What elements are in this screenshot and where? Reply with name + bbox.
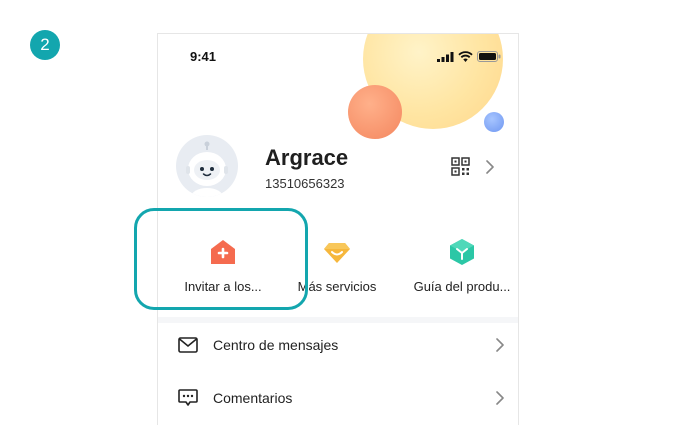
battery-icon xyxy=(477,51,501,62)
shortcut-product-guide-label: Guía del produ... xyxy=(413,279,511,294)
highlight-callout xyxy=(134,208,308,310)
menu-item-label: Comentarios xyxy=(213,390,293,406)
status-time: 9:41 xyxy=(190,49,217,64)
chevron-right-icon xyxy=(496,338,504,352)
avatar[interactable] xyxy=(176,135,238,197)
diamond-icon xyxy=(324,243,350,263)
cube-icon xyxy=(450,239,474,265)
menu-item-label: Centro de mensajes xyxy=(213,337,339,353)
decorative-blue-circle xyxy=(484,112,504,132)
signal-icon xyxy=(437,51,454,62)
menu-item-comments[interactable]: Comentarios xyxy=(158,372,518,424)
chevron-right-icon xyxy=(496,391,504,405)
wifi-icon xyxy=(458,51,473,62)
chevron-right-icon[interactable] xyxy=(486,160,494,174)
decorative-orange-circle xyxy=(348,85,402,139)
chat-icon xyxy=(178,389,198,406)
qr-code-icon[interactable] xyxy=(451,157,470,176)
shortcut-product-guide[interactable]: Guía del produ... xyxy=(402,238,518,300)
robot-avatar-icon xyxy=(186,141,228,197)
user-phone: 13510656323 xyxy=(265,176,345,191)
step-number-badge: 2 xyxy=(30,30,60,60)
menu-item-message-center[interactable]: Centro de mensajes xyxy=(158,319,518,371)
user-name: Argrace xyxy=(265,145,349,170)
status-icons xyxy=(437,51,501,62)
mail-icon xyxy=(178,337,198,353)
